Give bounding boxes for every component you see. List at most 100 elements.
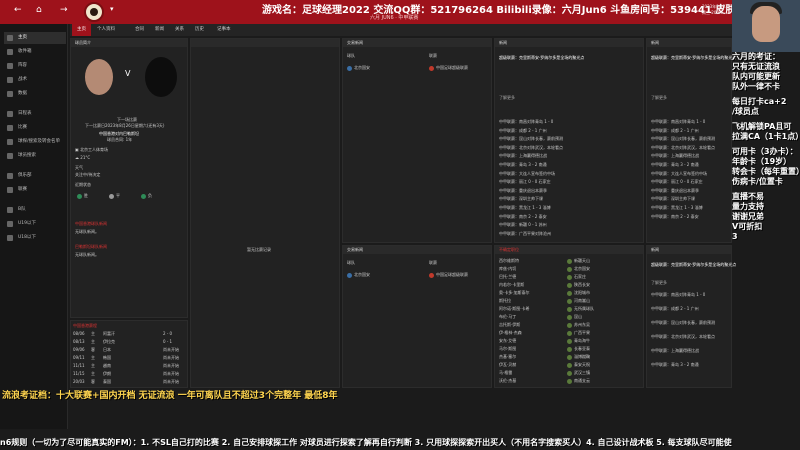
player-club[interactable]: 昆山 bbox=[567, 314, 582, 320]
tab-2[interactable]: 合同 bbox=[130, 24, 149, 36]
sidebar-item-10[interactable]: 联赛 bbox=[4, 184, 66, 196]
news-item[interactable]: 中甲联赛：青岛 3 - 2 南通 bbox=[651, 362, 699, 368]
news-item[interactable]: 中甲联赛：南昌对阵青岛 1 - 0 bbox=[651, 119, 705, 125]
news-item[interactable]: 中甲联赛：成都 2 - 1 广州 bbox=[651, 306, 699, 312]
news-headline-a[interactable]: 超级联赛：克里斯蒂安·罗纳尔多是全场的聚光点 bbox=[499, 55, 584, 61]
player-name[interactable]: 阿尔诺·斯图·卡希 bbox=[499, 306, 530, 312]
player-name[interactable]: 奥·卡多·加斯泰尔 bbox=[499, 290, 530, 296]
news-item[interactable]: 中甲联赛：上海赢得德比战 bbox=[651, 348, 699, 354]
player-club[interactable]: 南通支云 bbox=[567, 378, 590, 384]
player-name[interactable]: 马尔·斯图 bbox=[499, 346, 516, 352]
tab-4[interactable]: 关系 bbox=[170, 24, 189, 36]
news-item[interactable]: 中甲联赛：北京对阵武汉，本轮看点 bbox=[499, 145, 563, 151]
news-item[interactable]: 中甲联赛：南京 2 - 2 泰安 bbox=[651, 214, 699, 220]
news-item[interactable]: 中甲联赛：北京对阵武汉，本轮看点 bbox=[651, 145, 715, 151]
news-item[interactable]: 中甲联赛：新疆 0 - 1 苏州 bbox=[499, 222, 547, 228]
news-item[interactable]: 中甲联赛：南昌对阵青岛 1 - 0 bbox=[651, 292, 705, 298]
sidebar-item-12[interactable]: U19以下 bbox=[4, 218, 66, 230]
news-item[interactable]: 中甲联赛：丽江 0 - 0 石家庄 bbox=[651, 179, 703, 185]
league-row[interactable]: 中国足球超级联赛 bbox=[429, 65, 468, 71]
player-club[interactable]: 河南嵩山 bbox=[567, 298, 590, 304]
sidebar-item-5[interactable]: 日程表 bbox=[4, 108, 66, 120]
news-item[interactable]: 中甲联赛：广西平果对阵沧州 bbox=[499, 231, 551, 237]
sidebar-item-4[interactable]: 数据 bbox=[4, 88, 66, 100]
player-club[interactable]: 新疆天山 bbox=[567, 258, 590, 264]
sidebar-item-13[interactable]: U18以下 bbox=[4, 232, 66, 244]
sidebar-item-11[interactable]: B队 bbox=[4, 204, 66, 216]
fixture-team[interactable]: 阿富汗 bbox=[103, 331, 115, 337]
news-item[interactable]: 中甲联赛：昆山对阵长春，赛前预测 bbox=[499, 136, 563, 142]
player-club[interactable]: 苏州东吴 bbox=[567, 322, 590, 328]
news-item[interactable]: 中甲联赛：昆山对阵长春，赛前预测 bbox=[651, 136, 715, 142]
player-name[interactable]: 伊瓦·贝赫 bbox=[499, 362, 516, 368]
league-row-2[interactable]: 中国足球超级联赛 bbox=[429, 272, 468, 278]
player-name[interactable]: 吉托斯·伊斯 bbox=[499, 322, 520, 328]
news-headline-c[interactable]: 超级联赛：克里斯蒂安·罗纳尔多是全场的聚光点 bbox=[651, 55, 736, 61]
player-name[interactable]: 内若尔·卡里斯 bbox=[499, 282, 524, 288]
forward-arrow-icon[interactable]: → bbox=[60, 5, 68, 15]
player-club[interactable]: 广西平果 bbox=[567, 330, 590, 336]
sidebar-item-1[interactable]: 收件箱 bbox=[4, 46, 66, 58]
player-club[interactable]: 青岛海牛 bbox=[567, 338, 590, 344]
news-item[interactable]: 中甲联赛：深圳主帅下课 bbox=[651, 196, 695, 202]
chevron-down-icon[interactable]: ▾ bbox=[110, 5, 114, 13]
fixture-team[interactable]: 伊朗 bbox=[103, 371, 111, 377]
player-club[interactable]: 武汉三镇 bbox=[567, 370, 590, 376]
player-club[interactable]: 北京国安 bbox=[567, 266, 590, 272]
news-item[interactable]: 中甲联赛：上海赢得德比战 bbox=[651, 153, 699, 159]
player-name[interactable]: 巴托·兰德 bbox=[499, 274, 516, 280]
player-name[interactable]: 安东·艾德 bbox=[499, 338, 516, 344]
player-club[interactable]: 沈阳城市 bbox=[567, 290, 590, 296]
news-item[interactable]: 中甲联赛：深圳主帅下课 bbox=[499, 196, 543, 202]
news-more-a[interactable]: 了解更多 bbox=[499, 95, 515, 101]
fixture-team[interactable]: 日本 bbox=[103, 347, 111, 353]
news-item[interactable]: 中甲联赛：南京 2 - 2 泰安 bbox=[499, 214, 547, 220]
player-club[interactable]: 长春亚泰 bbox=[567, 346, 590, 352]
news-item[interactable]: 中甲联赛：重庆退出本赛季 bbox=[499, 188, 547, 194]
player-name[interactable]: 布伦·马丁 bbox=[499, 314, 516, 320]
news-item[interactable]: 中甲联赛：大连人宣布签约中场 bbox=[499, 171, 555, 177]
fixture-team[interactable]: 泰国 bbox=[103, 379, 111, 385]
player-name[interactable]: 西尔维斯特 bbox=[499, 258, 519, 264]
sidebar-item-2[interactable]: 阵容 bbox=[4, 60, 66, 72]
tab-6[interactable]: 记事本 bbox=[212, 24, 236, 36]
news-item[interactable]: 中甲联赛：青岛 3 - 2 南通 bbox=[651, 162, 699, 168]
news-item[interactable]: 中甲联赛：南昌对阵青岛 1 - 0 bbox=[499, 119, 553, 125]
sidebar-item-7[interactable]: 球探/搜索及转会名单 bbox=[4, 136, 66, 148]
player-name[interactable]: 杰基·塞尔 bbox=[499, 354, 516, 360]
news-item[interactable]: 中甲联赛：丽江 0 - 0 石家庄 bbox=[499, 179, 551, 185]
back-arrow-icon[interactable]: ← bbox=[14, 5, 22, 15]
news-item[interactable]: 中甲联赛：大连人宣布签约中场 bbox=[651, 171, 707, 177]
player-club[interactable]: 石家庄 bbox=[567, 274, 586, 280]
sidebar-item-9[interactable]: 俱乐部 bbox=[4, 170, 66, 182]
team-row[interactable]: 北京国安 bbox=[347, 65, 370, 71]
sidebar-item-8[interactable]: 球员搜索 bbox=[4, 150, 66, 162]
home-icon[interactable]: ⌂ bbox=[36, 5, 42, 15]
news-item[interactable]: 中甲联赛：黑龙江 1 - 3 淄博 bbox=[499, 205, 551, 211]
news-more-c[interactable]: 了解更多 bbox=[651, 95, 667, 101]
tab-1[interactable]: 个人资料 bbox=[92, 24, 120, 36]
player-name[interactable]: 伊·格林-杰森 bbox=[499, 330, 522, 336]
news-item[interactable]: 中甲联赛：上海赢得德比战 bbox=[499, 153, 547, 159]
player-club[interactable]: 泰安天贶 bbox=[567, 362, 590, 368]
fixture-team[interactable]: 越南 bbox=[103, 363, 111, 369]
news-headline-b[interactable]: 超级联赛：克里斯蒂安·罗纳尔多是全场的聚光点 bbox=[651, 262, 736, 268]
news-item[interactable]: 中甲联赛：黑龙江 1 - 3 淄博 bbox=[651, 205, 703, 211]
tab-3[interactable]: 新闻 bbox=[150, 24, 169, 36]
news-item[interactable]: 中甲联赛：青岛 3 - 2 南通 bbox=[499, 162, 547, 168]
tab-0[interactable]: 主页 bbox=[72, 24, 91, 36]
news-item[interactable]: 中甲联赛：成都 2 - 1 广州 bbox=[651, 128, 699, 134]
player-name[interactable]: 沃伦·杰基 bbox=[499, 378, 516, 384]
sidebar-item-6[interactable]: 比赛 bbox=[4, 122, 66, 134]
sidebar-item-0[interactable]: 主页 bbox=[4, 32, 66, 44]
player-club[interactable]: 淄博蹴鞠 bbox=[567, 354, 590, 360]
tab-5[interactable]: 历史 bbox=[190, 24, 209, 36]
player-name[interactable]: 库兹·内切 bbox=[499, 266, 516, 272]
news-item[interactable]: 中甲联赛：北京对阵武汉，本轮看点 bbox=[651, 334, 715, 340]
news-more-b[interactable]: 了解更多 bbox=[651, 280, 667, 286]
fixture-team[interactable]: 伊拉克 bbox=[103, 339, 115, 345]
news-item[interactable]: 中甲联赛：重庆退出本赛季 bbox=[651, 188, 699, 194]
news-item[interactable]: 中甲联赛：昆山对阵长春，赛前预测 bbox=[651, 320, 715, 326]
fixture-team[interactable]: 韩国 bbox=[103, 355, 111, 361]
news-item[interactable]: 中甲联赛：成都 2 - 1 广州 bbox=[499, 128, 547, 134]
